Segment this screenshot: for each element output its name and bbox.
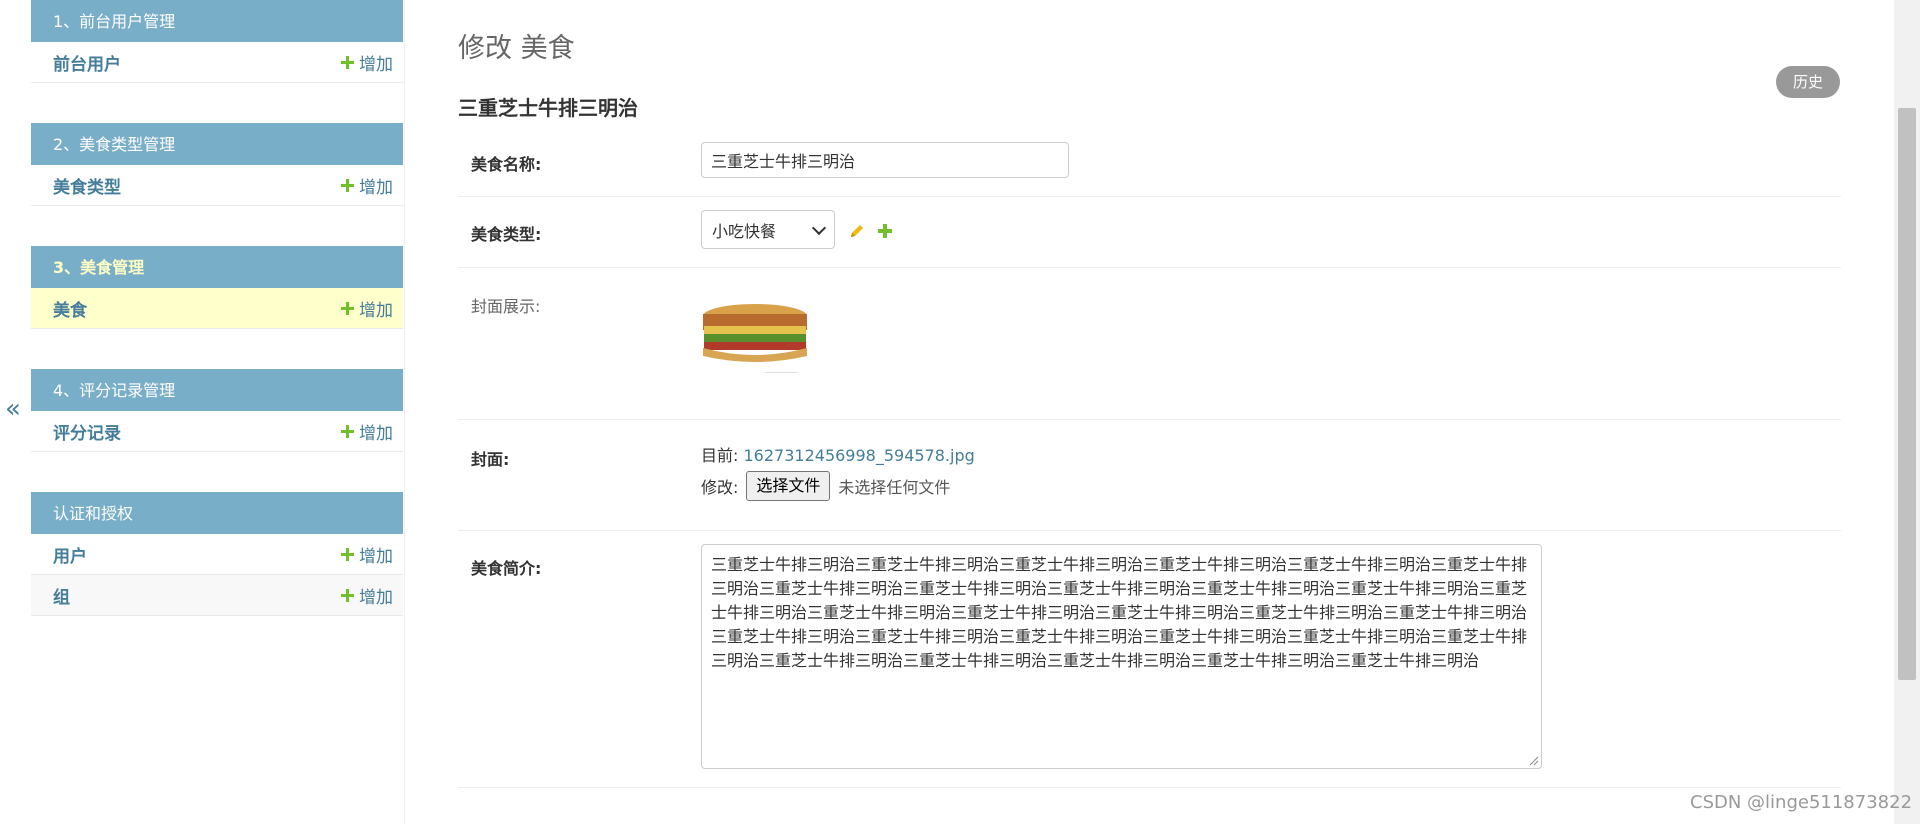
module-food-types: 2、美食类型管理 美食类型 增加 (31, 123, 403, 206)
model-link[interactable]: 评分记录 (53, 419, 121, 444)
page-title: 修改 美食 (458, 33, 575, 64)
add-link[interactable]: 增加 (341, 50, 393, 75)
type-select-value: 小吃快餐 (712, 221, 777, 241)
pencil-icon[interactable] (849, 223, 865, 239)
model-link[interactable]: 美食类型 (53, 173, 121, 198)
form-row-type: 美食类型: 小吃快餐 (458, 197, 1841, 268)
sidebar-toggle[interactable]: « (0, 0, 31, 824)
model-link[interactable]: 组 (53, 583, 70, 608)
type-select[interactable]: 小吃快餐 (701, 210, 835, 249)
resize-grip-icon[interactable] (1529, 756, 1539, 766)
add-link[interactable]: 增加 (341, 583, 393, 608)
add-link[interactable]: 增加 (341, 419, 393, 444)
scroll-thumb[interactable] (1898, 108, 1916, 680)
current-file-link[interactable]: 1627312456998_594578.jpg (744, 446, 975, 465)
cover-label: 封面: (471, 450, 510, 469)
intro-label: 美食简介: (471, 559, 542, 578)
module-caption[interactable]: 1、前台用户管理 (31, 0, 403, 42)
sidebar: 1、前台用户管理 前台用户 增加 2、美食类型管理 美食类型 增加 3、美食管理… (30, 0, 405, 824)
object-title: 三重芝士牛排三明治 (458, 96, 638, 120)
plus-icon (341, 55, 354, 69)
watermark: CSDN @linge511873822 (1690, 792, 1913, 813)
model-link[interactable]: 用户 (53, 542, 87, 567)
sidebar-item-groups[interactable]: 组 增加 (31, 575, 403, 616)
history-button[interactable]: 历史 (1776, 66, 1840, 98)
cover-display-label: 封面展示: (471, 297, 541, 316)
change-form: 美食名称: 美食类型: 小吃快餐 封面展示: (458, 133, 1841, 788)
module-frontend-users: 1、前台用户管理 前台用户 增加 (31, 0, 403, 83)
chevron-down-icon (811, 220, 827, 235)
model-link[interactable]: 美食 (53, 296, 87, 321)
form-row-cover: 封面: 目前: 1627312456998_594578.jpg 修改: 选择文… (458, 420, 1841, 531)
add-link[interactable]: 增加 (341, 173, 393, 198)
choose-file-button[interactable]: 选择文件 (746, 471, 831, 501)
plus-icon (341, 424, 354, 438)
plus-icon (341, 547, 354, 561)
module-food: 3、美食管理 美食 增加 (31, 246, 403, 329)
form-row-cover-display: 封面展示: (458, 268, 1841, 420)
plus-icon (341, 178, 354, 192)
model-link[interactable]: 前台用户 (53, 50, 121, 75)
no-file-text: 未选择任何文件 (838, 478, 951, 497)
module-ratings: 4、评分记录管理 评分记录 增加 (31, 369, 403, 452)
intro-textarea[interactable]: 三重芝士牛排三明治三重芝士牛排三明治三重芝士牛排三明治三重芝士牛排三明治三重芝士… (701, 544, 1542, 769)
module-caption[interactable]: 2、美食类型管理 (31, 123, 403, 165)
sidebar-item-food-types[interactable]: 美食类型 增加 (31, 165, 403, 206)
cover-file-field: 目前: 1627312456998_594578.jpg 修改: 选择文件 未选… (701, 442, 975, 501)
add-related-icon[interactable] (878, 224, 892, 238)
module-caption[interactable]: 4、评分记录管理 (31, 369, 403, 411)
scrollbar[interactable] (1894, 0, 1920, 824)
name-input[interactable] (701, 142, 1069, 178)
add-link[interactable]: 增加 (341, 296, 393, 321)
module-caption-active[interactable]: 3、美食管理 (31, 246, 403, 288)
sidebar-item-frontend-users[interactable]: 前台用户 增加 (31, 42, 403, 83)
collapse-icon[interactable]: « (5, 394, 21, 424)
sidebar-item-users[interactable]: 用户 增加 (31, 534, 403, 575)
form-row-name: 美食名称: (458, 133, 1841, 197)
current-prefix: 目前: (701, 446, 739, 465)
main-content: 修改 美食 历史 三重芝士牛排三明治 美食名称: 美食类型: 小吃快餐 封面展示… (458, 0, 1841, 824)
current-file-line: 目前: 1627312456998_594578.jpg (701, 442, 975, 466)
name-label: 美食名称: (471, 155, 542, 174)
sidebar-item-food[interactable]: 美食 增加 (31, 288, 403, 329)
cover-image (701, 298, 809, 380)
type-label: 美食类型: (471, 225, 542, 244)
change-file-line: 修改: 选择文件 未选择任何文件 (701, 471, 975, 501)
plus-icon (341, 301, 354, 315)
change-prefix: 修改: (701, 478, 739, 497)
sidebar-item-ratings[interactable]: 评分记录 增加 (31, 411, 403, 452)
add-link[interactable]: 增加 (341, 542, 393, 567)
plus-icon (341, 588, 354, 602)
module-caption[interactable]: 认证和授权 (31, 492, 403, 534)
module-auth: 认证和授权 用户 增加 组 增加 (31, 492, 403, 616)
form-row-intro: 美食简介: 三重芝士牛排三明治三重芝士牛排三明治三重芝士牛排三明治三重芝士牛排三… (458, 531, 1841, 788)
